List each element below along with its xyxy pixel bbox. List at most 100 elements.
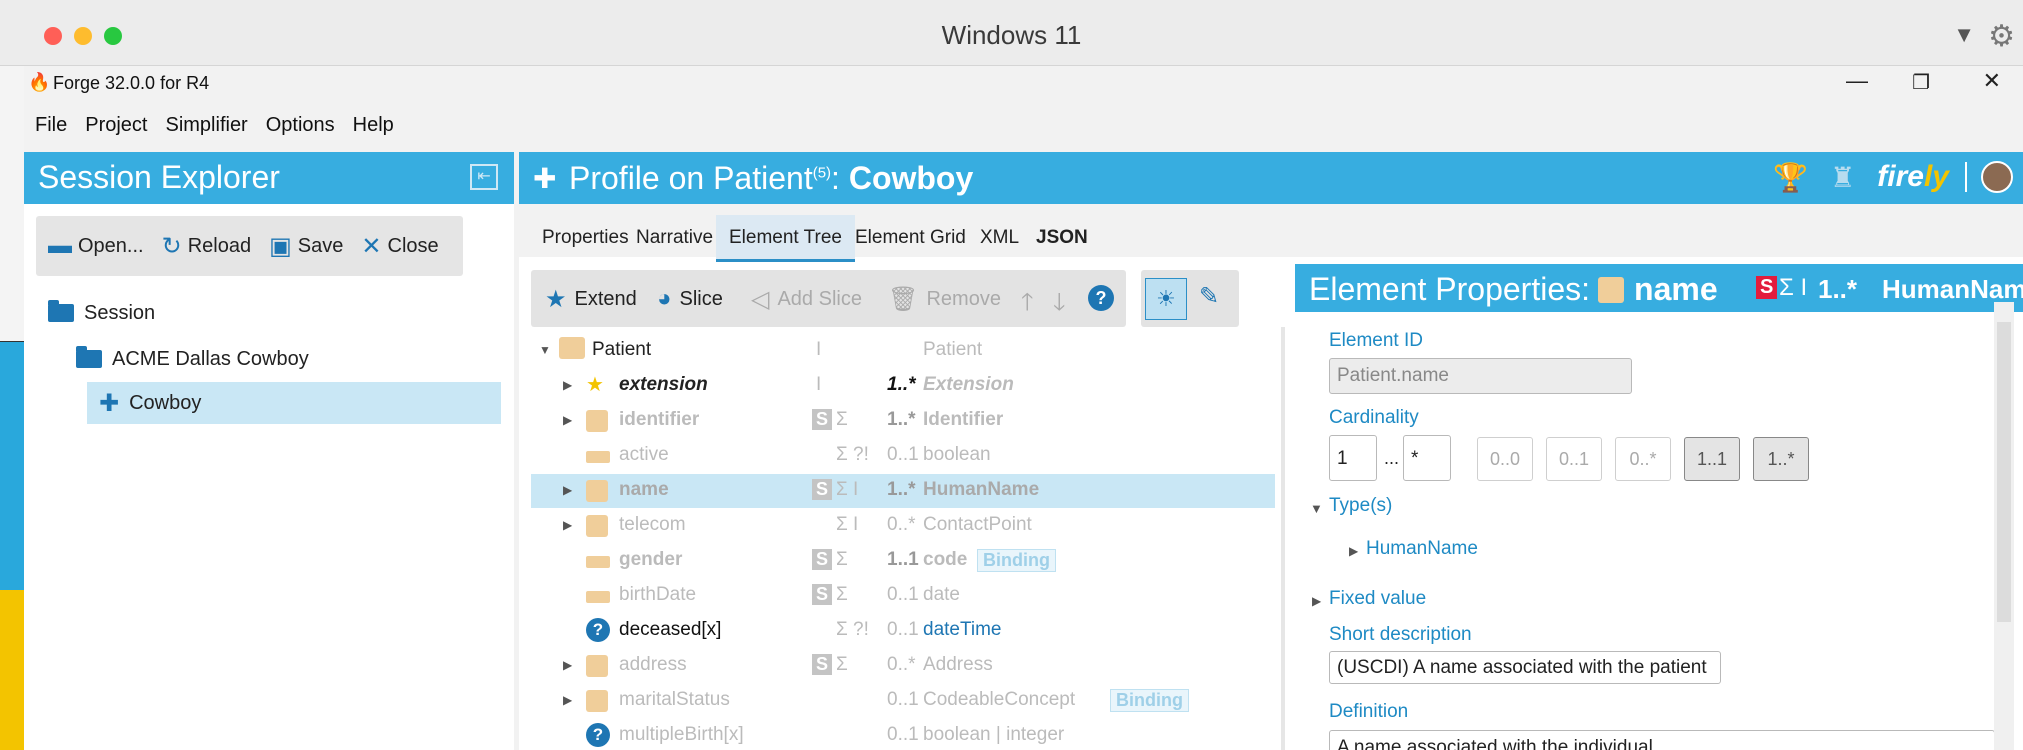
restore-icon[interactable]: ❐ [1912,70,1930,95]
remove-button[interactable]: 🗑 Remove [888,285,1001,314]
collapse-triangle-icon[interactable]: ▼ [1310,501,1323,516]
menu-file[interactable]: File [35,114,67,137]
help-button[interactable]: ? [1088,285,1114,311]
expand-triangle-icon[interactable]: ▶ [563,483,572,497]
move-up-button[interactable]: 🡑 [1021,285,1041,326]
element-row-telecom[interactable]: ▶ telecom Σ I 0..* ContactPoint [531,509,1275,543]
element-properties-label: Element Properties: [1309,271,1591,307]
expand-triangle-icon[interactable]: ▶ [1349,544,1358,558]
short-description-input[interactable]: (USCDI) A name associated with the patie… [1329,651,1721,684]
slice-button[interactable]: ◕ Slice [657,285,723,313]
fire-hydrant-icon[interactable]: ♜ [1830,161,1855,194]
element-name: Patient [592,339,652,360]
avatar[interactable] [1981,161,2013,193]
reload-icon: ↻ [161,232,182,260]
splitter[interactable] [1281,327,1285,750]
element-name: identifier [619,409,700,430]
element-id-field[interactable]: Patient.name [1329,358,1632,394]
tree-item-session[interactable]: Session [48,292,155,334]
expand-triangle-icon[interactable]: ▶ [1312,594,1321,608]
element-flags: Σ I [836,479,859,500]
cube-icon [586,410,608,432]
extend-button[interactable]: ★ Extend [545,285,637,314]
binding-badge[interactable]: Binding [977,549,1056,572]
element-row-deceased[interactable]: ? deceased[x] Σ ?! 0..1 dateTime [531,614,1275,648]
collapse-triangle-icon[interactable]: ▼ [539,343,551,357]
open-button[interactable]: ▬ Open... [48,232,144,260]
slice-button-label: Slice [679,287,723,310]
must-support-badge: S [812,549,833,570]
must-support-badge: S [812,409,833,430]
tab-json[interactable]: JSON [1023,217,1101,259]
element-row-address[interactable]: ▶ address S Σ 0..* Address [531,649,1275,683]
scrollbar-thumb[interactable] [1997,322,2011,622]
desktop-window-edge [0,66,24,342]
element-row-name[interactable]: ▶ name S Σ I 1..* HumanName [531,474,1275,508]
expand-triangle-icon[interactable]: ▶ [563,378,572,392]
menu-help[interactable]: Help [353,114,394,137]
type-humanname-link[interactable]: HumanName [1366,538,1478,560]
element-flags: I [816,339,822,360]
element-type: CodeableConcept [923,689,1076,710]
tab-narrative[interactable]: Narrative [623,217,726,259]
element-row-birthdate[interactable]: birthDate S Σ 0..1 date [531,579,1275,613]
gear-icon[interactable]: ⚙ [1988,19,2015,54]
tab-element-grid[interactable]: Element Grid [842,217,979,259]
tree-item-profile[interactable]: ✚ Cowboy [87,382,501,424]
definition-textarea[interactable]: A name associated with the individual. [1329,730,1995,750]
must-support-badge: S [812,479,833,500]
element-row-gender[interactable]: gender S Σ 1..1 code Binding [531,544,1275,578]
element-type: code [923,549,968,570]
element-type: date [923,584,960,605]
cardinality-0-n-button[interactable]: 0..* [1615,437,1671,481]
element-flags: Σ [836,654,848,675]
element-row-maritalstatus[interactable]: ▶ maritalStatus 0..1 CodeableConcept Bin… [531,684,1275,718]
save-button[interactable]: ▣ Save [269,232,343,261]
reload-button[interactable]: ↻ Reload [162,232,252,261]
max-cardinality-input[interactable]: * [1403,435,1451,481]
menu-project[interactable]: Project [85,114,147,137]
element-row-multiplebirth[interactable]: ? multipleBirth[x] 0..1 boolean | intege… [531,719,1275,750]
close-icon[interactable]: ✕ [1983,68,2001,94]
element-name: name [619,479,669,500]
expand-triangle-icon[interactable]: ▶ [563,693,572,707]
puzzle-piece-icon: ✚ [533,163,557,194]
element-row-extension[interactable]: ▶ ★ extension I 1..* Extension [531,369,1275,403]
fixed-value-label[interactable]: Fixed value [1329,588,1426,610]
cardinality-1-1-button[interactable]: 1..1 [1684,437,1740,481]
tree-item-project[interactable]: ACME Dallas Cowboy [76,338,309,380]
collapse-panel-icon[interactable]: ⇤ [470,164,498,190]
element-row-identifier[interactable]: ▶ identifier S Σ 1..* Identifier [531,404,1275,438]
close-button[interactable]: ✕ Close [361,232,438,261]
pencil-icon[interactable]: ✎ [1199,282,1219,311]
os-title-bar: Windows 11 ▼ ⚙ [0,0,2023,66]
lightbulb-icon[interactable]: ☀ [1145,278,1187,320]
min-cardinality-input[interactable]: 1 [1329,435,1377,481]
desktop-yellow-strip [0,590,24,750]
minimize-icon[interactable]: — [1846,68,1868,94]
move-down-button[interactable]: 🡓 [1053,285,1073,326]
properties-scrollbar[interactable] [1994,302,2014,750]
cardinality-0-1-button[interactable]: 0..1 [1546,437,1602,481]
primitive-icon [586,591,610,603]
add-slice-button[interactable]: ◁ Add Slice [751,285,862,314]
primitive-icon [586,451,610,463]
puzzle-piece-icon: ✚ [99,389,120,417]
element-row-active[interactable]: active Σ ?! 0..1 boolean [531,439,1275,473]
element-row-patient[interactable]: ▼ Patient I Patient [531,334,1275,368]
folder-open-icon [76,346,102,368]
star-icon: ★ [545,286,567,313]
cardinality-0-0-button[interactable]: 0..0 [1477,437,1533,481]
expand-triangle-icon[interactable]: ▶ [563,518,572,532]
tab-element-tree[interactable]: Element Tree [716,215,855,262]
close-button-label: Close [387,234,439,257]
menu-simplifier[interactable]: Simplifier [165,114,247,137]
cardinality-1-n-button[interactable]: 1..* [1753,437,1809,481]
dropdown-triangle-icon[interactable]: ▼ [1953,22,1975,48]
binding-badge[interactable]: Binding [1110,689,1189,712]
expand-triangle-icon[interactable]: ▶ [563,413,572,427]
element-cardinality: 1..* [1818,274,1858,304]
menu-options[interactable]: Options [266,114,335,137]
trophy-icon[interactable]: 🏆 [1773,161,1808,194]
expand-triangle-icon[interactable]: ▶ [563,658,572,672]
